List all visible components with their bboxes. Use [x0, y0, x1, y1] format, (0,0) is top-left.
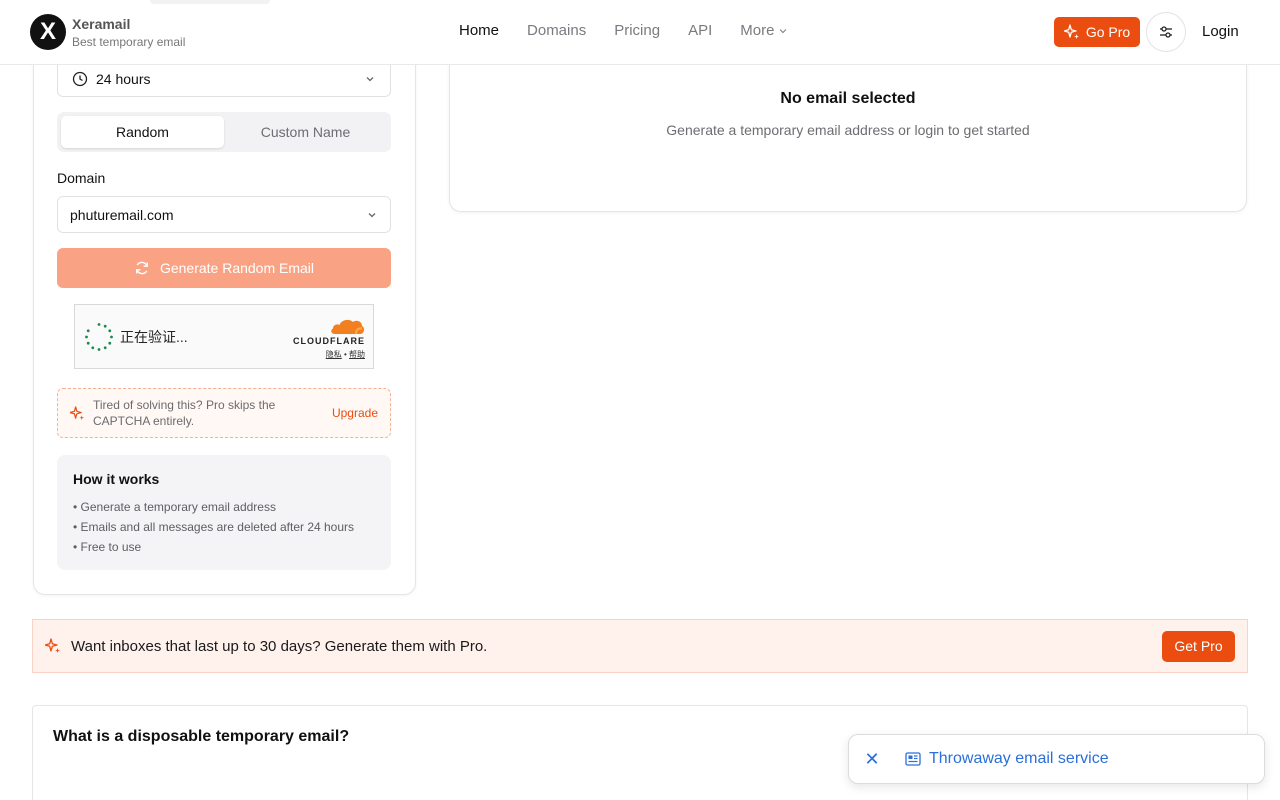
how-it-works-box: How it works • Generate a temporary emai… — [57, 455, 391, 570]
chevron-down-icon — [368, 212, 376, 217]
brand-logo[interactable]: X — [30, 14, 66, 50]
top-navigation-bar: X Xeramail Best temporary email Home Dom… — [0, 0, 1280, 65]
captcha-link-separator: • — [343, 350, 347, 359]
captcha-links: 隐私 • 帮助 — [326, 349, 365, 360]
nav-domains[interactable]: Domains — [527, 22, 586, 39]
sparkles-icon — [45, 638, 60, 653]
generate-label: Generate Random Email — [159, 260, 315, 276]
domain-label: Domain — [57, 170, 106, 186]
newspaper-icon — [905, 752, 921, 766]
brand-name[interactable]: Xeramail — [72, 16, 130, 32]
empty-inbox-title: No email selected — [780, 90, 916, 107]
cloudflare-captcha-widget[interactable]: 正在验证... CLOUDFLARE 隐私 • 帮助 — [74, 304, 374, 369]
chevron-down-icon — [780, 28, 787, 33]
how-it-works-item: • Free to use — [73, 540, 142, 554]
mode-random-tab[interactable]: Random — [61, 116, 224, 148]
duration-select[interactable]: 24 hours — [57, 60, 391, 97]
close-icon[interactable]: ✕ — [863, 749, 881, 770]
main-nav: Home Domains Pricing API More — [459, 22, 788, 39]
toast-text: Throwaway email service — [929, 750, 1109, 767]
pro-banner-text: Want inboxes that last up to 30 days? Ge… — [71, 637, 488, 655]
sparkles-icon — [1063, 24, 1079, 39]
chevron-down-icon — [366, 76, 374, 81]
mode-custom-name-tab[interactable]: Custom Name — [224, 116, 387, 148]
captcha-help-link[interactable]: 帮助 — [349, 350, 365, 359]
nav-more[interactable]: More — [740, 22, 788, 39]
captcha-privacy-link[interactable]: 隐私 — [326, 350, 342, 359]
upsell-text: Tired of solving this? Pro skips the CAP… — [93, 398, 276, 428]
domain-value: phuturemail.com — [70, 206, 174, 223]
empty-inbox-subtitle: Generate a temporary email address or lo… — [666, 122, 1030, 138]
nav-pricing-label: Pricing — [614, 22, 661, 39]
address-mode-toggle: Random Custom Name — [57, 112, 391, 152]
settings-button[interactable] — [1146, 12, 1186, 52]
nav-api-label: API — [688, 22, 713, 39]
loading-spinner-icon — [85, 322, 113, 351]
faq-title: What is a disposable temporary email? — [53, 728, 350, 745]
upgrade-link[interactable]: Upgrade — [332, 406, 378, 420]
brand-tagline: Best temporary email — [72, 35, 186, 49]
captcha-upsell-box: Tired of solving this? Pro skips the CAP… — [57, 388, 391, 438]
nav-home[interactable]: Home — [459, 22, 499, 39]
sparkles-icon — [70, 405, 85, 420]
pro-upsell-banner: Want inboxes that last up to 30 days? Ge… — [32, 619, 1248, 673]
nav-more-label: More — [740, 22, 775, 39]
nav-home-label: Home — [459, 22, 500, 39]
generate-random-email-button[interactable]: Generate Random Email — [57, 248, 391, 288]
cloudflare-brand: CLOUDFLARE 隐私 • 帮助 — [293, 317, 365, 360]
go-pro-button[interactable]: Go Pro — [1054, 17, 1140, 47]
duration-value: 24 hours — [96, 70, 151, 87]
how-it-works-item: • Generate a temporary email address — [73, 500, 276, 514]
go-pro-label: Go Pro — [1085, 24, 1131, 40]
nav-domains-label: Domains — [527, 22, 587, 39]
refresh-icon — [135, 261, 148, 275]
how-it-works-title: How it works — [73, 471, 160, 487]
login-link[interactable]: Login — [1202, 23, 1239, 40]
get-pro-button[interactable]: Get Pro — [1162, 630, 1235, 662]
captcha-status: 正在验证... — [120, 328, 188, 345]
sliders-icon — [1160, 26, 1172, 38]
how-it-works-item: • Emails and all messages are deleted af… — [73, 520, 355, 534]
clock-icon — [72, 71, 88, 86]
domain-select[interactable]: phuturemail.com — [57, 196, 391, 233]
scrolled-placeholder — [150, 0, 270, 4]
cloudflare-wordmark: CLOUDFLARE — [293, 336, 365, 346]
cloudflare-cloud-icon — [331, 319, 365, 335]
nav-pricing[interactable]: Pricing — [614, 22, 660, 39]
promo-toast[interactable]: ✕ Throwaway email service — [848, 734, 1265, 784]
nav-api[interactable]: API — [688, 22, 712, 39]
